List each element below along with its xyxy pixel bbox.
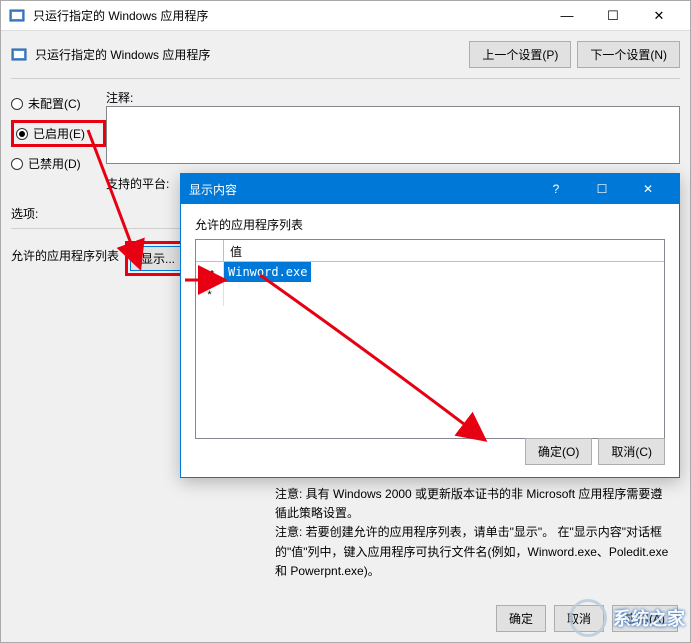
dialog-button-bar: 确定(O) 取消(C) [525, 438, 665, 465]
dialog-ok-button[interactable]: 确定(O) [525, 438, 592, 465]
radio-disabled[interactable]: 已禁用(D) [11, 155, 106, 172]
grid-row[interactable]: Winword.exe [196, 262, 664, 284]
radio-icon [11, 158, 23, 170]
dialog-list-label: 允许的应用程序列表 [195, 216, 665, 233]
watermark-text: 系统之家 [613, 605, 685, 631]
show-button[interactable]: 显示... [130, 246, 186, 271]
radio-enabled[interactable]: 已启用(E) [16, 125, 85, 142]
radio-enabled-highlight: 已启用(E) [11, 120, 106, 147]
maximize-button[interactable]: ☐ [590, 1, 636, 31]
divider [11, 78, 680, 79]
radio-icon [11, 98, 23, 110]
platform-label: 支持的平台: [106, 175, 176, 192]
previous-setting-button[interactable]: 上一个设置(P) [469, 41, 571, 68]
grid-row-new[interactable]: * [196, 284, 664, 306]
dialog-maximize-button[interactable]: ☐ [579, 174, 625, 204]
radio-not-configured[interactable]: 未配置(C) [11, 95, 106, 112]
comment-field[interactable] [106, 106, 680, 164]
help-line: 注意: 具有 Windows 2000 或更新版本证书的非 Microsoft … [275, 485, 672, 523]
radio-icon [16, 128, 28, 140]
titlebar: 只运行指定的 Windows 应用程序 — ☐ ✕ [1, 1, 690, 31]
dialog-help-button[interactable]: ? [533, 174, 579, 204]
grid-header-value: 值 [224, 240, 664, 261]
close-button[interactable]: ✕ [636, 1, 682, 31]
show-contents-dialog: 显示内容 ? ☐ ✕ 允许的应用程序列表 值 Winword.exe * [180, 173, 680, 478]
radio-label: 未配置(C) [28, 95, 81, 112]
window-title: 只运行指定的 Windows 应用程序 [33, 7, 544, 24]
grid-header-marker [196, 240, 224, 261]
policy-title: 只运行指定的 Windows 应用程序 [35, 46, 469, 63]
next-setting-button[interactable]: 下一个设置(N) [577, 41, 680, 68]
policy-state-radio-group: 未配置(C) 已启用(E) 已禁用(D) [11, 89, 106, 178]
policy-icon [11, 47, 27, 63]
grid-cell-value[interactable]: Winword.exe [224, 262, 311, 282]
app-icon [9, 8, 25, 24]
value-grid[interactable]: 值 Winword.exe * [195, 239, 665, 439]
dialog-title: 显示内容 [189, 181, 237, 198]
radio-label: 已启用(E) [33, 125, 85, 142]
grid-header: 值 [196, 240, 664, 262]
help-text: 注意: 具有 Windows 2000 或更新版本证书的非 Microsoft … [271, 481, 676, 585]
dialog-cancel-button[interactable]: 取消(C) [598, 438, 665, 465]
row-new-icon: * [196, 284, 224, 306]
comment-label: 注释: [106, 89, 680, 106]
dialog-titlebar: 显示内容 ? ☐ ✕ [181, 174, 679, 204]
row-edit-icon [196, 262, 224, 284]
radio-label: 已禁用(D) [28, 155, 81, 172]
minimize-button[interactable]: — [544, 1, 590, 31]
ok-button[interactable]: 确定 [496, 605, 546, 632]
help-line: 注意: 若要创建允许的应用程序列表，请单击"显示"。 在"显示内容"对话框的"值… [275, 523, 672, 581]
allowed-apps-label: 允许的应用程序列表 [11, 241, 119, 264]
policy-header: 只运行指定的 Windows 应用程序 上一个设置(P) 下一个设置(N) [1, 31, 690, 76]
watermark-icon [569, 599, 607, 637]
watermark: 系统之家 [569, 599, 685, 637]
dialog-close-button[interactable]: ✕ [625, 174, 671, 204]
